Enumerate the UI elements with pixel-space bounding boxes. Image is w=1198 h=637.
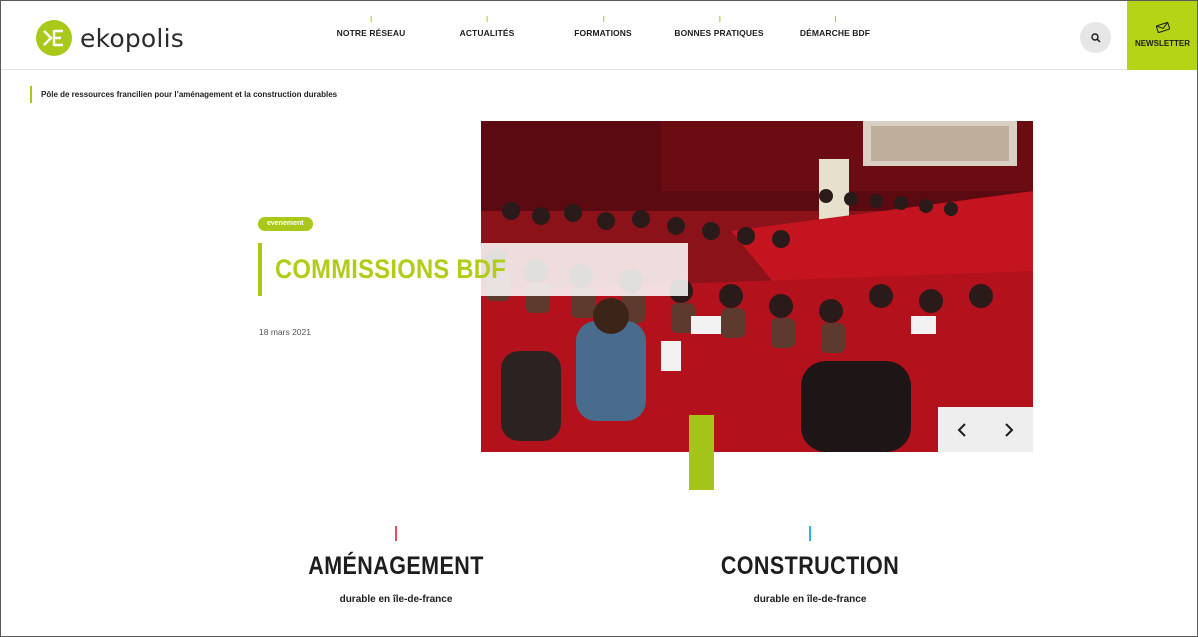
chevron-left-icon	[957, 422, 966, 437]
nav-item-label: DÉMARCHE BDF	[799, 28, 871, 38]
slider-next-button[interactable]	[994, 415, 1024, 445]
section-subtitle-amenagement: durable en île-de-france	[339, 594, 453, 605]
nav-item-label: FORMATIONS	[574, 28, 632, 38]
nav-tick	[718, 16, 720, 22]
decorative-green-block	[689, 415, 714, 490]
nav-tick	[602, 16, 604, 22]
newsletter-button[interactable]: NEWSLETTER	[1127, 0, 1198, 70]
amenagement-accent	[395, 526, 397, 541]
slider-controls	[938, 407, 1033, 452]
hero-date: 18 mars 2021	[259, 327, 311, 337]
nav-tick	[835, 16, 836, 22]
slider-prev-button[interactable]	[947, 415, 977, 445]
chevron-right-icon	[1005, 422, 1014, 437]
nav-item-bonnes-pratiques[interactable]: BONNES PRATIQUES	[674, 16, 764, 38]
logo-mark-icon	[36, 20, 72, 56]
search-button[interactable]	[1080, 22, 1111, 53]
site-header: ekopolis NOTRE RÉSEAU ACTUALITÉS FORMATI…	[0, 0, 1198, 70]
construction-accent	[809, 526, 811, 541]
nav-item-formations[interactable]: FORMATIONS	[574, 16, 632, 38]
nav-item-demarche-bdf[interactable]: DÉMARCHE BDF	[799, 16, 871, 38]
search-icon	[1090, 32, 1101, 43]
section-title-amenagement[interactable]: AMÉNAGEMENT	[308, 552, 484, 581]
nav-item-notre-reseau[interactable]: NOTRE RÉSEAU	[336, 16, 406, 38]
tagline-accent	[30, 86, 32, 103]
nav-item-actualites[interactable]: ACTUALITÉS	[459, 16, 515, 38]
hero-title[interactable]: COMMISSIONS BDF	[275, 254, 506, 285]
nav-tick	[371, 16, 372, 22]
envelope-icon	[1155, 22, 1170, 33]
section-title-construction[interactable]: CONSTRUCTION	[721, 552, 899, 581]
nav-tick	[487, 16, 488, 22]
site-tagline: Pôle de ressources francilien pour l’amé…	[41, 90, 338, 99]
nav-item-label: BONNES PRATIQUES	[674, 28, 764, 38]
newsletter-label: NEWSLETTER	[1134, 39, 1191, 48]
section-subtitle-construction: durable en île-de-france	[753, 594, 867, 605]
logo-text: ekopolis	[80, 23, 184, 53]
site-logo[interactable]: ekopolis	[36, 20, 184, 56]
event-badge: evenement	[258, 217, 313, 231]
nav-item-label: NOTRE RÉSEAU	[336, 28, 406, 38]
nav-item-label: ACTUALITÉS	[459, 28, 515, 38]
